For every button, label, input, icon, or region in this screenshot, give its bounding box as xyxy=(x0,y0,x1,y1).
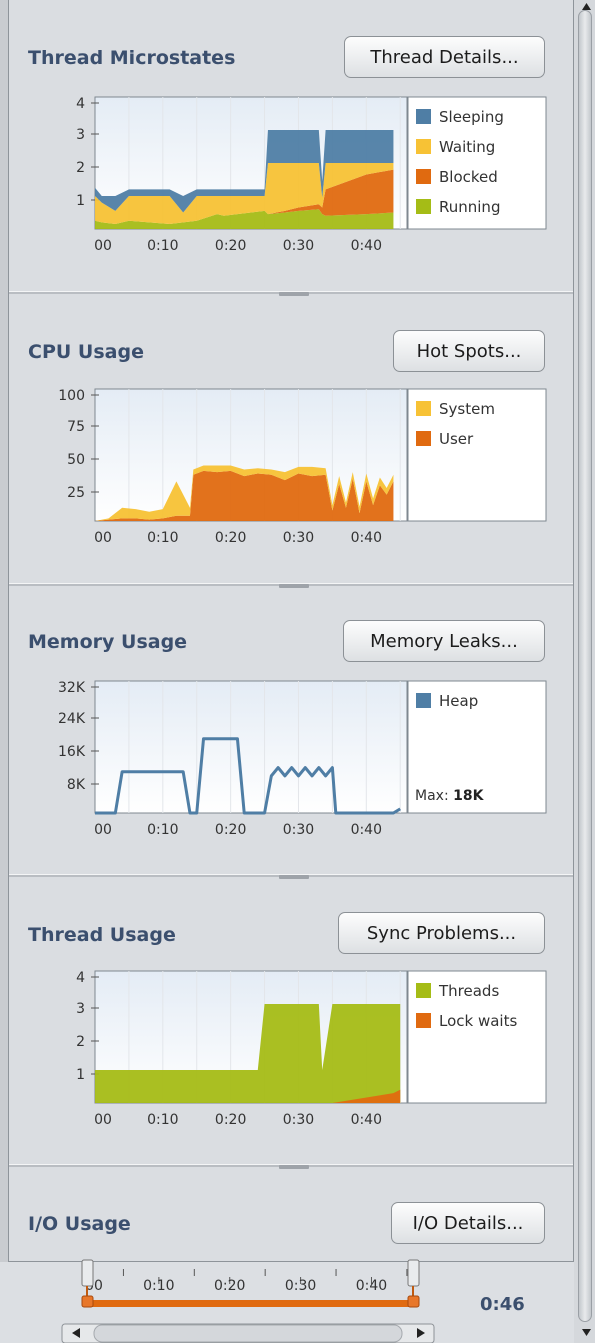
x-tick-label: 0:40 xyxy=(351,238,382,254)
legend-label: System xyxy=(439,400,495,418)
legend-label: Heap xyxy=(439,692,478,710)
section-title-thread-microstates: Thread Microstates xyxy=(28,47,236,69)
x-tick-label: 0:30 xyxy=(283,238,314,254)
max-value: 18K xyxy=(453,788,484,804)
x-tick-label: 0:20 xyxy=(215,238,246,254)
thread-details-button[interactable]: Thread Details... xyxy=(344,36,545,78)
y-tick-label: 1 xyxy=(76,193,85,209)
legend-label: Lock waits xyxy=(439,1012,517,1030)
legend-label: Sleeping xyxy=(439,108,504,126)
legend-label: Waiting xyxy=(439,138,495,156)
resize-grip[interactable] xyxy=(279,292,309,296)
legend-label: User xyxy=(439,430,474,448)
y-tick-label: 4 xyxy=(76,96,85,112)
legend-label: Threads xyxy=(438,982,499,1000)
horizontal-scrollbar-thumb xyxy=(93,1324,403,1343)
x-tick-label: 00 xyxy=(94,822,112,838)
max-label: Max: 18K xyxy=(415,788,485,804)
x-tick-label: 0:10 xyxy=(147,822,178,838)
section-title-cpu-usage: CPU Usage xyxy=(28,341,144,363)
x-tick-label: 0:40 xyxy=(351,530,382,546)
timeline-end-handle xyxy=(407,1259,420,1287)
io-details-button[interactable]: I/O Details... xyxy=(391,1202,545,1244)
x-tick-label: 00 xyxy=(94,530,112,546)
timeline-end-knob xyxy=(407,1295,420,1308)
x-tick-label: 0:10 xyxy=(147,238,178,254)
legend-swatch xyxy=(416,1013,431,1028)
legend-swatch xyxy=(416,169,431,184)
x-tick-label: 0:10 xyxy=(147,530,178,546)
section-title-io-usage: I/O Usage xyxy=(28,1213,131,1235)
thread-microstates-chart[interactable]: 4 3 2 1 00 0:10 0:20 0:30 0:40 Sleeping Waiting Blo… xyxy=(0,88,560,264)
memory-usage-chart[interactable]: 32K 24K 16K 8K 00 0:10 0:20 0:30 0:40 Heap Max: 18… xyxy=(0,672,560,848)
x-tick-label: 0:30 xyxy=(283,822,314,838)
legend-label: Blocked xyxy=(439,168,498,186)
x-tick-label: 0:40 xyxy=(351,822,382,838)
x-tick-label: 0:30 xyxy=(283,530,314,546)
timeline-range-bar xyxy=(87,1300,413,1307)
thread-usage-chart[interactable]: 4 3 2 1 00 0:10 0:20 0:30 0:40 Threads Lock waits xyxy=(0,962,560,1138)
y-tick-label: 3 xyxy=(76,127,85,143)
resize-grip[interactable] xyxy=(279,1165,309,1169)
legend-swatch xyxy=(416,983,431,998)
y-tick-label: 24K xyxy=(58,711,86,727)
resize-grip[interactable] xyxy=(279,584,309,588)
y-tick-label: 4 xyxy=(76,970,85,986)
y-tick-label: 3 xyxy=(76,1001,85,1017)
y-tick-label: 100 xyxy=(58,388,85,404)
legend-label: Running xyxy=(439,198,500,216)
legend-swatch xyxy=(416,431,431,446)
plot-area xyxy=(94,680,408,814)
scrollbar-thumb[interactable] xyxy=(578,10,592,1322)
legend-swatch xyxy=(416,109,431,124)
triangle-up-icon[interactable] xyxy=(578,0,595,14)
legend-swatch xyxy=(416,139,431,154)
memory-leaks-button[interactable]: Memory Leaks... xyxy=(343,620,545,662)
y-tick-label: 2 xyxy=(76,160,85,176)
y-tick-label: 16K xyxy=(58,744,86,760)
y-tick-label: 1 xyxy=(76,1067,85,1083)
legend-swatch xyxy=(416,693,431,708)
timeline-start-knob xyxy=(81,1295,94,1308)
y-tick-label: 50 xyxy=(67,452,85,468)
hot-spots-button[interactable]: Hot Spots... xyxy=(393,330,545,372)
x-tick-label: 0:20 xyxy=(215,822,246,838)
y-tick-label: 25 xyxy=(67,485,85,501)
section-title-memory-usage: Memory Usage xyxy=(28,631,188,653)
y-tick-label: 2 xyxy=(76,1034,85,1050)
x-tick-label: 00 xyxy=(94,1112,112,1128)
sync-problems-button[interactable]: Sync Problems... xyxy=(338,912,545,954)
elapsed-time: 0:46 xyxy=(480,1294,525,1315)
y-tick-label: 32K xyxy=(58,680,86,696)
legend-swatch xyxy=(416,199,431,214)
x-tick-label: 0:10 xyxy=(147,1112,178,1128)
x-tick-label: 0:20 xyxy=(215,1112,246,1128)
timeline-tick-label: 0:10 xyxy=(143,1278,174,1294)
resize-grip[interactable] xyxy=(279,875,309,879)
x-tick-label: 0:40 xyxy=(351,1112,382,1128)
timeline-start-handle xyxy=(81,1259,94,1287)
x-tick-label: 00 xyxy=(94,238,112,254)
triangle-down-icon[interactable] xyxy=(578,1325,595,1339)
timeline-tick-label: 0:40 xyxy=(356,1278,387,1294)
x-tick-label: 0:30 xyxy=(283,1112,314,1128)
legend-swatch xyxy=(416,401,431,416)
cpu-usage-chart[interactable]: 100 75 50 25 00 0:10 0:20 0:30 0:40 System User xyxy=(0,380,560,556)
x-tick-label: 0:20 xyxy=(215,530,246,546)
section-title-thread-usage: Thread Usage xyxy=(28,924,176,946)
timeline-tick-label: 0:20 xyxy=(214,1278,245,1294)
y-tick-label: 8K xyxy=(67,777,86,793)
y-tick-label: 75 xyxy=(67,419,85,435)
timeline-tick-label: 0:30 xyxy=(285,1278,316,1294)
